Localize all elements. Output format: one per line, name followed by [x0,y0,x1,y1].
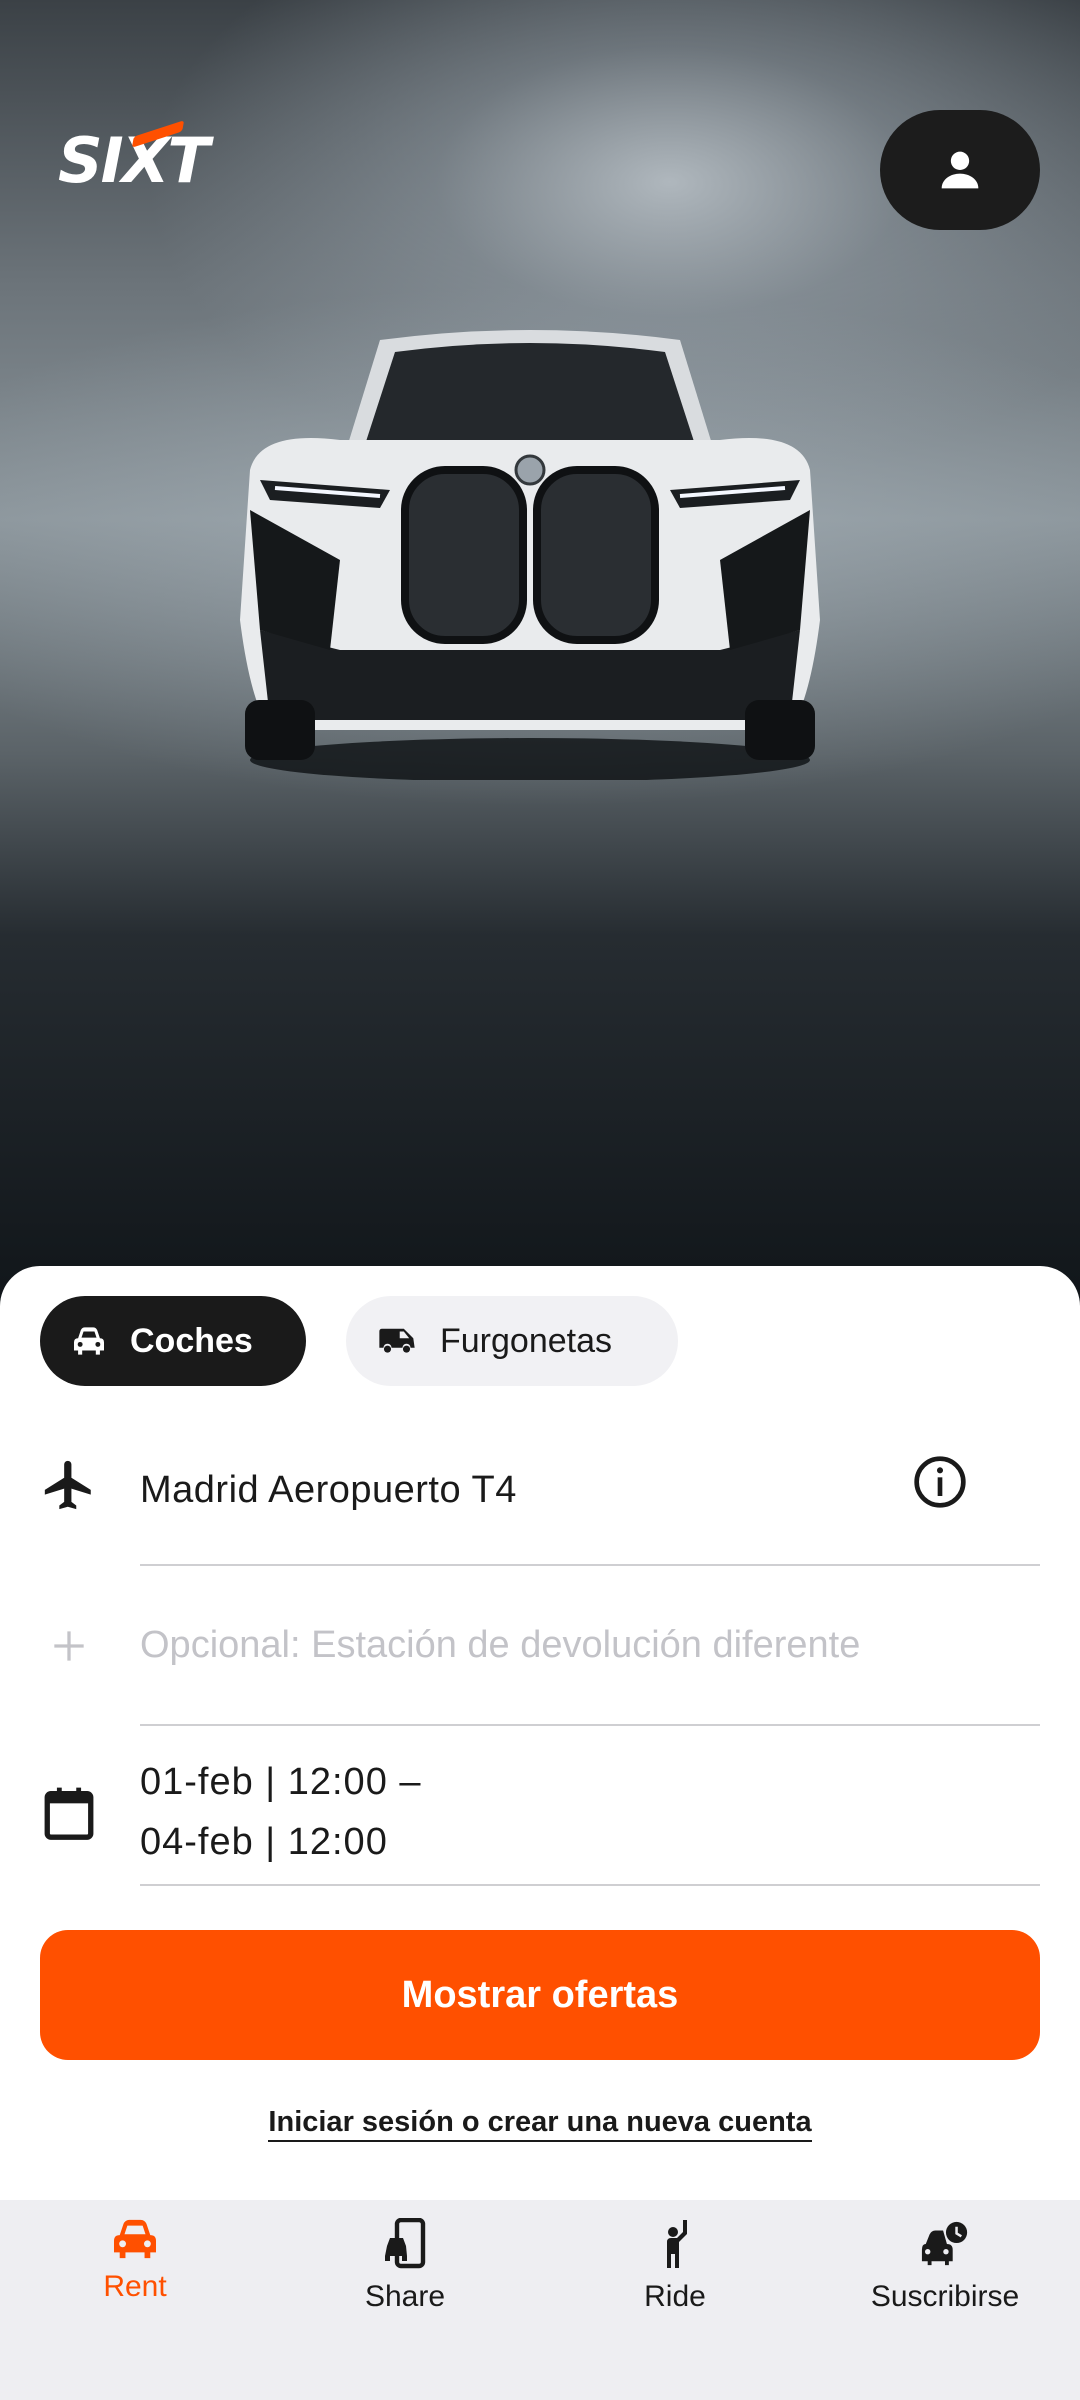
pickup-location-row[interactable]: Madrid Aeropuerto T4 [0,1416,1080,1566]
show-offers-button[interactable]: Mostrar ofertas [40,1930,1040,2060]
rental-dates-row[interactable]: 01-feb | 12:00 – 04-feb | 12:00 [0,1726,1080,1886]
vehicle-type-tabs: Coches Furgonetas [40,1296,678,1386]
return-station-placeholder: Opcional: Estación de devolución diferen… [140,1623,861,1666]
calendar-icon [44,1787,94,1840]
car-icon [74,1327,104,1355]
tab-label: Furgonetas [440,1321,612,1360]
return-station-row[interactable]: Opcional: Estación de devolución diferen… [0,1566,1080,1726]
return-station-field[interactable]: Opcional: Estación de devolución diferen… [140,1566,1040,1726]
return-date-time: 04-feb | 12:00 [140,1821,388,1863]
hero-banner: SIXT [0,0,1080,1300]
logo-text: SIXT [58,124,210,197]
car-clock-icon [921,2221,968,2266]
nav-label: Ride [644,2280,706,2313]
car-icon [114,2219,156,2259]
booking-sheet: Coches Furgonetas Madrid Aeropuerto T4 O… [0,1266,1080,2200]
login-link-container: Iniciar sesión o crear una nueva cuenta [0,2106,1080,2142]
nav-item-share[interactable]: Share [270,2200,540,2400]
tab-coches[interactable]: Coches [40,1296,306,1386]
info-icon[interactable] [912,1454,968,1510]
van-icon [379,1328,415,1353]
nav-label: Share [364,2280,446,2313]
pickup-location-field[interactable]: Madrid Aeropuerto T4 [140,1416,1040,1566]
person-icon [941,151,979,189]
person-hail-icon [667,2220,687,2268]
nav-item-ride[interactable]: Ride [540,2200,810,2400]
pickup-location-value: Madrid Aeropuerto T4 [140,1468,517,1511]
nav-item-suscribirse[interactable]: Suscribirse [810,2200,1080,2400]
profile-button[interactable] [880,110,1040,230]
pickup-date-time: 01-feb | 12:00 – [140,1761,422,1803]
bottom-navigation: Rent Share Ride Suscribirse [0,2200,1080,2400]
nav-label: Suscribirse [870,2280,1020,2313]
airplane-icon [44,1460,91,1510]
login-link[interactable]: Iniciar sesión o crear una nueva cuenta [268,2106,812,2142]
sixt-logo: SIXT [58,120,220,197]
tab-label: Coches [130,1321,253,1360]
car-image [240,330,820,780]
rental-dates-field[interactable]: 01-feb | 12:00 – 04-feb | 12:00 [140,1726,1040,1886]
phone-car-icon [385,2218,426,2269]
nav-item-rent[interactable]: Rent [0,2200,270,2400]
tab-furgonetas[interactable]: Furgonetas [346,1296,678,1386]
nav-label: Rent [103,2270,167,2303]
plus-icon [54,1631,84,1661]
